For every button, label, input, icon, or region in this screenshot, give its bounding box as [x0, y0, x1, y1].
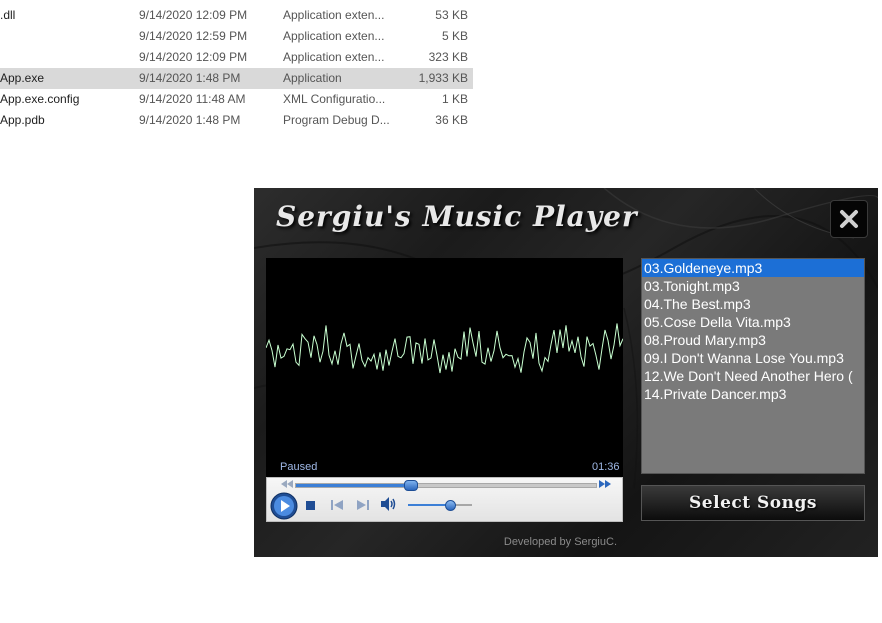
elapsed-time: 01:36	[592, 461, 620, 473]
file-date-modified: 9/14/2020 1:48 PM	[139, 113, 241, 127]
file-type: Application exten...	[283, 8, 385, 22]
file-type: Program Debug D...	[283, 113, 390, 127]
file-size: 36 KB	[435, 113, 468, 127]
playlist-item[interactable]: 14.Private Dancer.mp3	[642, 385, 864, 403]
file-date-modified: 9/14/2020 11:48 AM	[139, 92, 246, 106]
file-row[interactable]: App.exe 9/14/2020 1:48 PM Application 1,933…	[0, 68, 473, 89]
rewind-icon[interactable]	[281, 480, 293, 488]
file-type: Application exten...	[283, 29, 385, 43]
playlist-item[interactable]: 12.We Don't Need Another Hero (	[642, 367, 864, 385]
developer-credit: Developed by SergiuC.	[503, 536, 617, 548]
select-songs-button[interactable]: Select Songs	[641, 485, 865, 521]
volume-icon[interactable]	[381, 497, 397, 511]
file-type: Application	[283, 71, 342, 85]
music-player-window: Sergiu's Music Player Paused 01:36 03.Go…	[254, 188, 878, 557]
seek-bar[interactable]	[295, 480, 597, 491]
file-name: App.pdb	[0, 113, 45, 127]
playlist[interactable]: 03.Goldeneye.mp3 03.Tonight.mp3 04.The Bes…	[641, 258, 865, 474]
file-row[interactable]: App.pdb 9/14/2020 1:48 PM Program Debug D.…	[0, 110, 473, 131]
file-date-modified: 9/14/2020 12:09 PM	[139, 50, 248, 64]
media-controls-bar	[266, 477, 623, 522]
file-date-modified: 9/14/2020 1:48 PM	[139, 71, 241, 85]
playlist-item[interactable]: 08.Proud Mary.mp3	[642, 331, 864, 349]
file-size: 5 KB	[441, 29, 468, 43]
stop-button[interactable]	[306, 501, 315, 510]
file-name: App.exe.config	[0, 92, 80, 106]
file-row[interactable]: 9/14/2020 12:59 PM Application exten... 5 …	[0, 26, 473, 47]
waveform-visualization	[265, 323, 624, 374]
seek-progress	[296, 484, 410, 487]
file-date-modified: 9/14/2020 12:59 PM	[139, 29, 248, 43]
file-row[interactable]: 9/14/2020 12:09 PM Application exten... 32…	[0, 47, 473, 68]
close-icon	[840, 210, 858, 228]
app-title: Sergiu's Music Player	[276, 200, 638, 233]
playlist-item[interactable]: 03.Goldeneye.mp3	[642, 259, 864, 277]
previous-track-button[interactable]	[331, 499, 343, 511]
file-name: App.exe	[0, 71, 45, 85]
file-size: 323 KB	[428, 50, 468, 64]
file-size: 1 KB	[441, 92, 468, 106]
play-button[interactable]	[270, 492, 298, 520]
file-date-modified: 9/14/2020 12:09 PM	[139, 8, 248, 22]
file-type: Application exten...	[283, 50, 385, 64]
file-row[interactable]: .dll 9/14/2020 12:09 PM Application exten.…	[0, 5, 473, 26]
file-name: .dll	[0, 8, 16, 22]
next-track-button[interactable]	[357, 499, 369, 511]
volume-level	[408, 504, 450, 506]
fast-forward-icon[interactable]	[599, 480, 611, 488]
file-type: XML Configuratio...	[283, 92, 386, 106]
file-row[interactable]: App.exe.config 9/14/2020 11:48 AM XML Conf…	[0, 89, 473, 110]
volume-slider[interactable]	[408, 500, 472, 511]
close-button[interactable]	[830, 200, 868, 238]
file-size: 53 KB	[435, 8, 468, 22]
playlist-item[interactable]: 09.I Don't Wanna Lose You.mp3	[642, 349, 864, 367]
file-size: 1,933 KB	[418, 71, 468, 85]
playlist-item[interactable]: 05.Cose Della Vita.mp3	[642, 313, 864, 331]
volume-thumb[interactable]	[444, 500, 456, 511]
playback-status: Paused	[280, 461, 318, 473]
seek-thumb[interactable]	[404, 480, 418, 491]
playlist-item[interactable]: 04.The Best.mp3	[642, 295, 864, 313]
playlist-item[interactable]: 03.Tonight.mp3	[642, 277, 864, 295]
visualizer-panel	[265, 258, 624, 477]
